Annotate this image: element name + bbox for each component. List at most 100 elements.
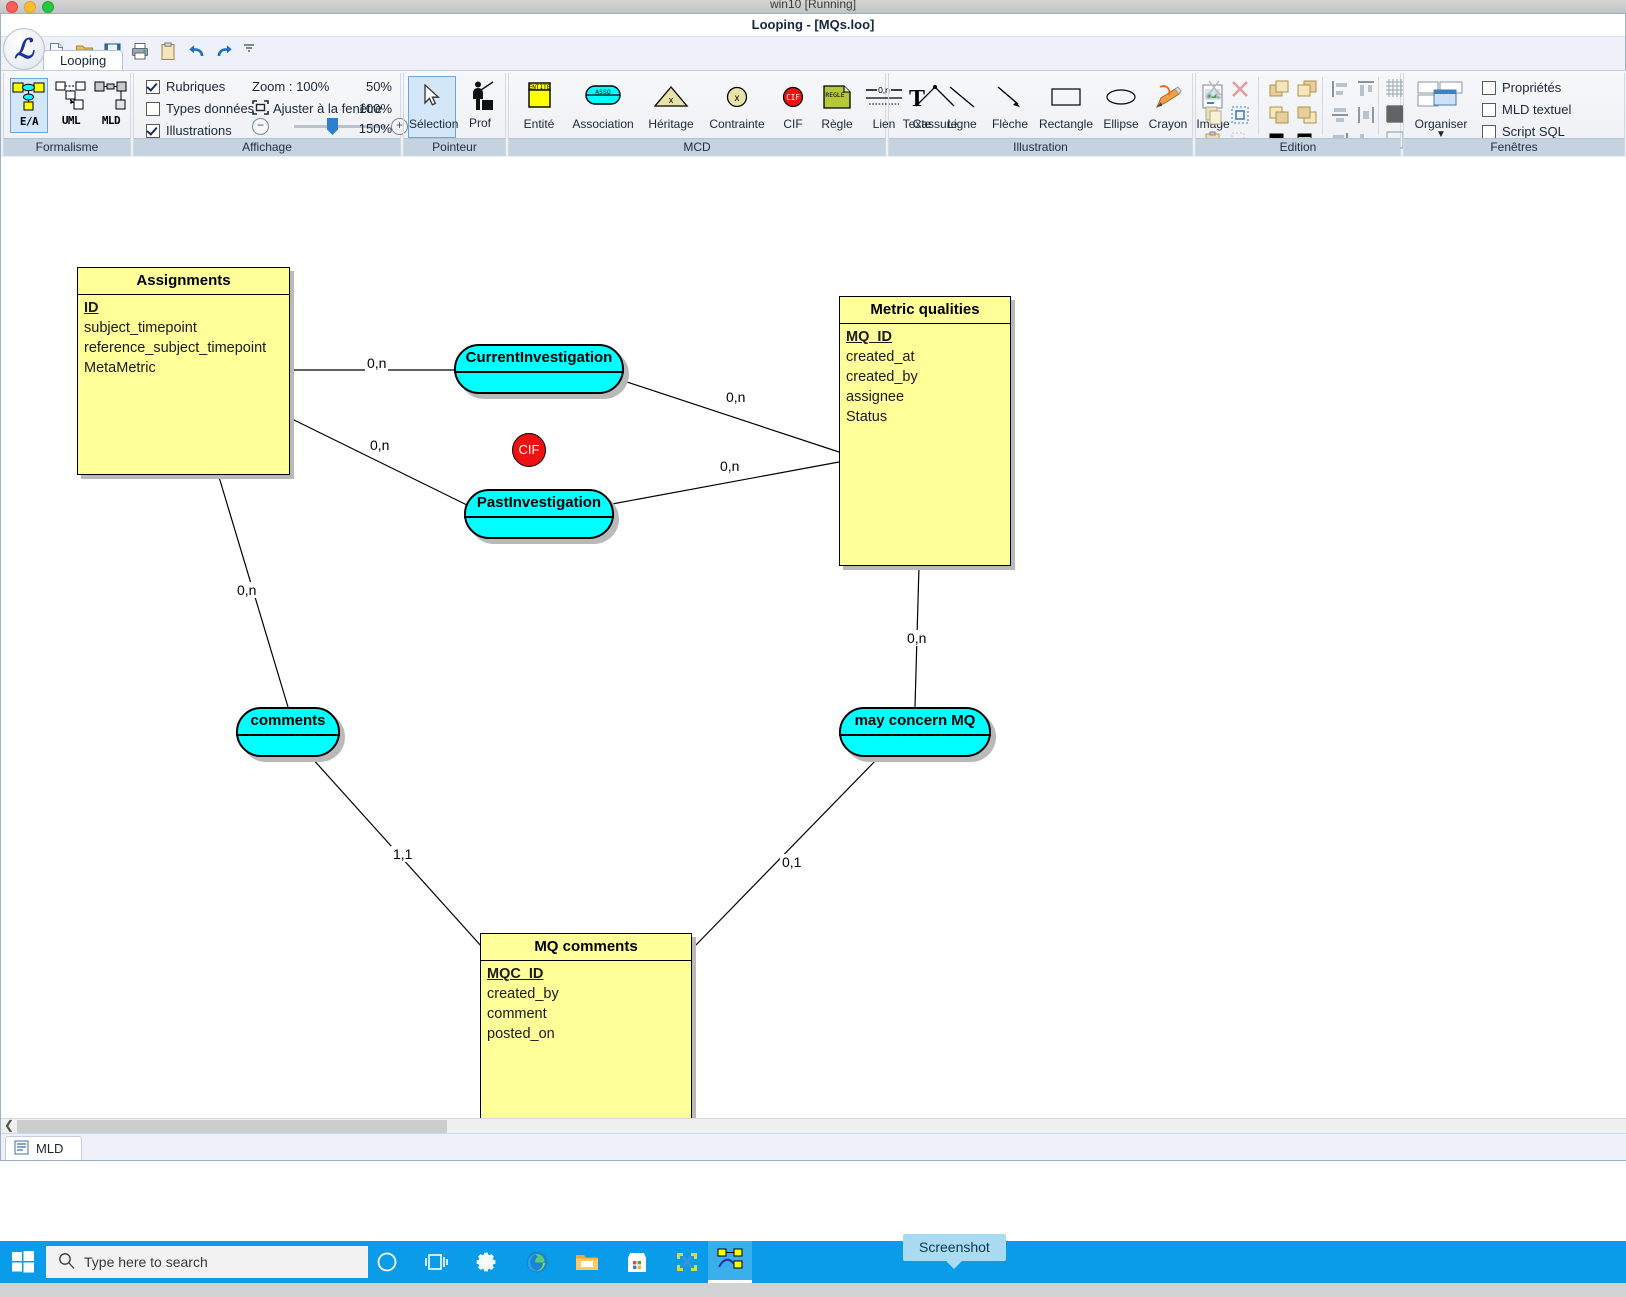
association-current-investigation[interactable]: CurrentInvestigation [454,344,629,399]
illu-tool-ellipse[interactable]: Ellipse [1097,77,1145,139]
attribute-row: created_at [846,349,915,365]
snipping-tool-icon[interactable] [675,1250,699,1274]
scrollbar-track[interactable] [448,1120,1626,1133]
entity-icon: ENTITE [513,77,565,117]
checkbox-proprietes-box[interactable] [1482,80,1496,95]
diagram-canvas[interactable]: Assignments ID subject_timepoint referen… [1,157,1626,1158]
checkbox-mld-textuel-box[interactable] [1482,102,1496,117]
formalisme-mld-button[interactable]: MLD [92,78,130,133]
horizontal-scrollbar[interactable]: ❮ [1,1118,1626,1134]
text-icon: T [895,77,939,117]
start-button[interactable] [0,1241,46,1283]
illu-tool-fleche[interactable]: Flèche [985,77,1035,139]
zoom-step-50-label[interactable]: 50% [366,79,392,94]
copy-icon[interactable] [1204,105,1226,127]
mcd-tool-entite[interactable]: ENTITE Entité [513,77,565,139]
svg-text:CIF: CIF [786,93,800,102]
align-center-icon[interactable] [1330,105,1352,127]
microsoft-store-icon[interactable] [625,1250,649,1274]
illu-tool-crayon[interactable]: Crayon [1145,77,1191,139]
tool-selection[interactable]: Sélection [408,76,458,138]
formalisme-ea-button[interactable]: E/A [10,78,48,133]
group-label-affichage: Affichage [134,138,400,156]
mcd-tool-heritage[interactable]: x Héritage [641,77,701,139]
distribute-horizontal-icon[interactable] [1356,105,1378,127]
heritage-icon: x [641,77,701,117]
mcd-tool-contrainte-label: Contrainte [709,117,765,131]
illu-tool-rectangle-label: Rectangle [1038,117,1094,131]
cardinality-label: 0,1 [780,854,804,870]
group-label-edition: Edition [1196,138,1400,156]
looping-app-icon [717,1247,743,1274]
checkbox-script-sql-box[interactable] [1482,124,1496,139]
scrollbar-thumb[interactable] [17,1120,447,1133]
zoom-step-100-label[interactable]: 100% [359,101,392,116]
tool-prof[interactable]: Prof [456,76,504,138]
entity-metric-qualities[interactable]: Metric qualities MQ_ID created_at create… [839,296,1015,570]
checkbox-script-sql[interactable]: Script SQL [1482,124,1565,139]
mcd-tool-entite-label: Entité [523,117,555,131]
cardinality-label: 0,n [368,437,392,453]
association-comments[interactable]: comments [236,707,345,762]
send-backward-icon[interactable] [1296,79,1318,101]
fit-to-window-icon[interactable] [252,100,269,118]
scroll-left-arrow-icon[interactable]: ❮ [2,1119,16,1134]
checkbox-types-donnees[interactable]: Types données [146,101,254,116]
organiser-button[interactable]: Organiser ▼ [1410,77,1472,140]
select-all-icon[interactable] [1230,105,1252,127]
cortana-icon[interactable] [375,1250,399,1274]
checkbox-proprietes[interactable]: Propriétés [1482,80,1561,95]
cardinality-label: 0,n [235,582,259,598]
illu-tool-ligne[interactable]: Ligne [939,77,985,139]
window-tab-mld[interactable]: MLD [5,1136,83,1160]
task-view-icon[interactable] [425,1250,449,1274]
zoom-out-button[interactable]: − [252,118,269,135]
ellipse-icon [1097,77,1145,117]
settings-gear-icon[interactable] [475,1250,499,1274]
association-label: PastInvestigation [476,494,602,511]
zoom-slider-handle[interactable] [327,118,338,135]
cif-constraint-node[interactable]: CIF [512,433,550,471]
vm-title-bar: win10 [Running] [0,0,1626,14]
tab-looping[interactable]: Looping [43,50,124,71]
attribute-row: posted_on [487,1026,555,1042]
group-label-illustration: Illustration [889,138,1192,156]
attribute-row: created_by [846,369,918,385]
association-may-concern-mq[interactable]: may concern MQ [839,707,996,762]
checkbox-types-donnees-box[interactable] [146,101,160,116]
checkbox-rubriques-box[interactable] [146,79,160,94]
mcd-tool-cif[interactable]: CIF CIF [773,77,813,139]
checkbox-illustrations-box[interactable] [146,123,160,138]
illu-tool-rectangle[interactable]: Rectangle [1035,77,1097,139]
association-divider [236,734,340,736]
send-to-back-icon[interactable] [1296,105,1318,127]
checkbox-illustrations[interactable]: Illustrations [146,123,232,138]
formalisme-uml-button[interactable]: UML [52,78,90,133]
bring-forward-icon[interactable] [1268,79,1290,101]
mcd-tool-association[interactable]: ASSO Association [565,77,641,139]
taskbar-search-input[interactable]: Type here to search [46,1246,368,1278]
file-explorer-icon[interactable] [575,1250,599,1274]
mcd-tool-contrainte[interactable]: x Contrainte [701,77,773,139]
taskbar-item-looping[interactable] [708,1241,752,1283]
association-label: may concern MQ [854,712,976,729]
cut-icon[interactable] [1204,79,1226,101]
association-label: CurrentInvestigation [465,349,613,366]
edge-browser-icon[interactable] [525,1250,549,1274]
checkbox-mld-textuel[interactable]: MLD textuel [1482,102,1571,117]
align-top-icon[interactable] [1356,79,1378,101]
align-left-icon[interactable] [1330,79,1352,101]
svg-text:x: x [669,95,674,105]
mcd-tool-association-label: Association [572,117,634,131]
screen-root: win10 [Running] Looping - [MQs.loo] ℒ Lo… [0,0,1626,1297]
entity-assignments[interactable]: Assignments ID subject_timepoint referen… [77,267,294,479]
ribbon-tabstrip: Looping [1,50,1626,71]
mcd-tool-regle[interactable]: REGLE Règle [813,77,861,139]
delete-icon[interactable] [1230,79,1252,101]
association-past-investigation[interactable]: PastInvestigation [464,489,619,544]
bring-to-front-icon[interactable] [1268,105,1290,127]
ribbon-group-edition: Edition [1195,73,1404,156]
checkbox-rubriques[interactable]: Rubriques [146,79,225,94]
illu-tool-texte[interactable]: T Texte [895,77,939,139]
zoom-step-150-label[interactable]: 150% [359,121,392,136]
